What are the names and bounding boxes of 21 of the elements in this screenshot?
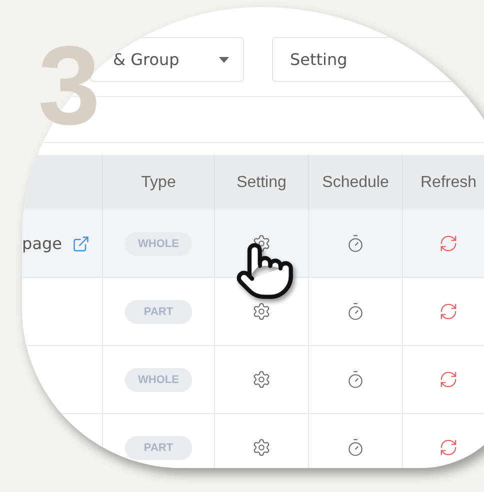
stopwatch-icon[interactable] (346, 302, 365, 321)
refresh-icon[interactable] (439, 302, 458, 321)
type-badge: WHOLE (125, 368, 192, 392)
type-badge: PART (125, 436, 192, 460)
stopwatch-icon[interactable] (346, 234, 365, 253)
type-badge: PART (125, 300, 192, 324)
column-header: Setting (215, 155, 309, 210)
refresh-icon[interactable] (439, 234, 458, 253)
refresh-icon[interactable] (439, 370, 458, 389)
column-header: Type (103, 155, 215, 210)
refresh-icon[interactable] (439, 438, 458, 457)
caret-icon (219, 56, 229, 62)
stopwatch-icon[interactable] (346, 370, 365, 389)
page-name: page (22, 234, 62, 253)
stopwatch-icon[interactable] (346, 438, 365, 457)
table-row-cell[interactable]: page (22, 210, 103, 278)
column-header: Refresh (403, 155, 484, 210)
column-header: Schedule (309, 155, 403, 210)
type-badge: WHOLE (125, 232, 192, 256)
group-dropdown[interactable]: & Group (90, 37, 244, 82)
external-link-icon[interactable] (72, 234, 90, 252)
